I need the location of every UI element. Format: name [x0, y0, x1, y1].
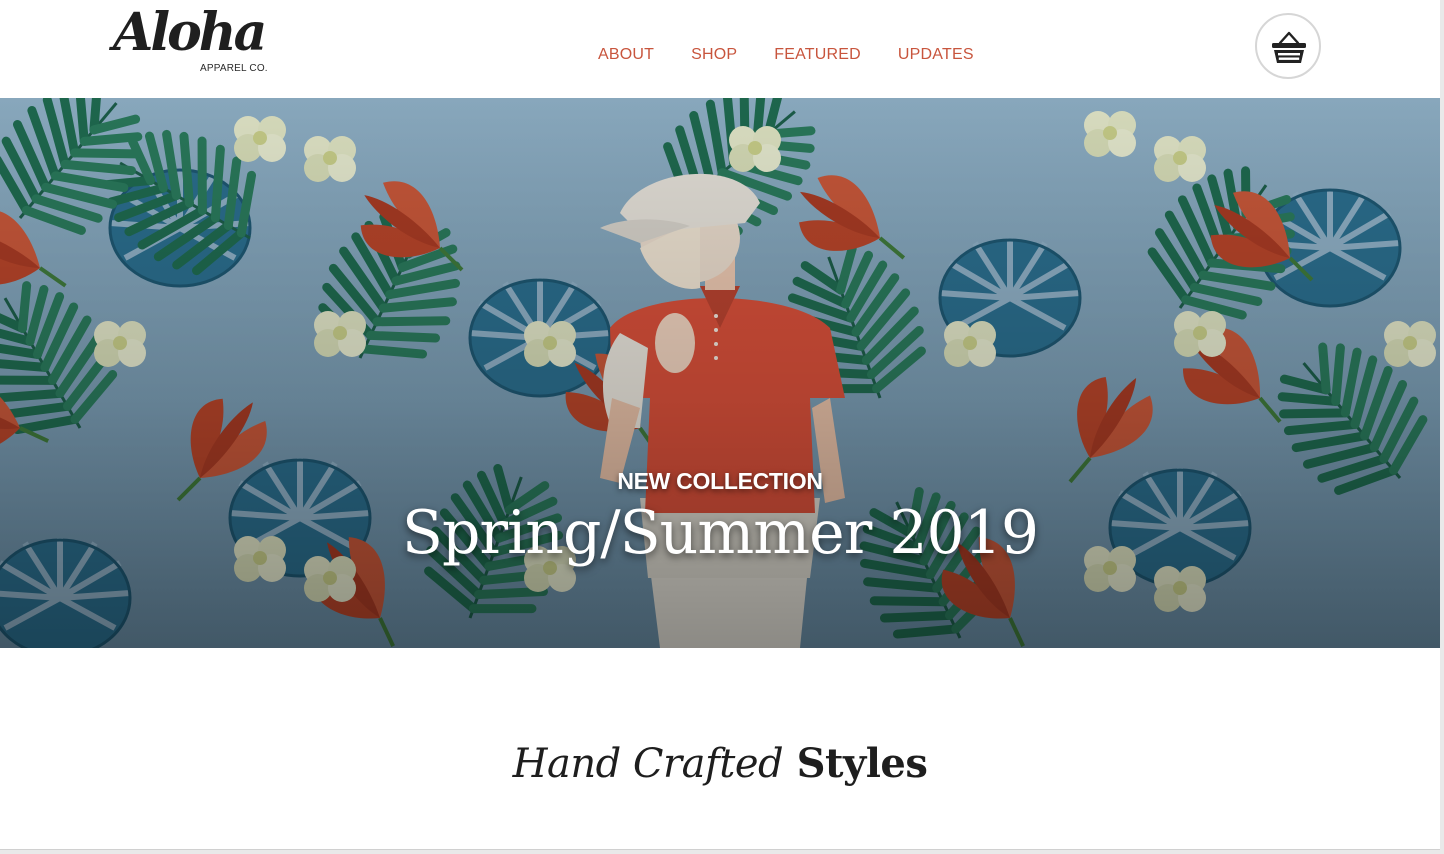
nav-item-updates[interactable]: UPDATES [898, 46, 974, 66]
site-header: Aloha APPAREL CO. ABOUT SHOP FEATURED UP… [0, 0, 1440, 98]
brand-logo[interactable]: Aloha APPAREL CO. [113, 2, 283, 80]
shopping-basket-icon [1272, 31, 1306, 63]
brand-subtitle: APPAREL CO. [200, 63, 268, 74]
section-title: Hand Crafted Styles [0, 740, 1440, 787]
section-title-italic: Hand Crafted [512, 741, 784, 787]
nav-item-about[interactable]: ABOUT [598, 46, 654, 66]
hero-eyebrow: NEW COLLECTION [617, 468, 823, 494]
nav-item-featured[interactable]: FEATURED [774, 46, 861, 66]
divider [0, 849, 1440, 850]
nav-item-shop[interactable]: SHOP [691, 46, 737, 66]
section-title-bold: Styles [796, 740, 928, 787]
main-nav: ABOUT SHOP FEATURED UPDATES [598, 46, 974, 66]
page: Aloha APPAREL CO. ABOUT SHOP FEATURED UP… [0, 0, 1440, 850]
hero-title: Spring/Summer 2019 [401, 498, 1039, 568]
brand-name: Aloha [113, 2, 267, 63]
hero-banner: NEW COLLECTION Spring/Summer 2019 [0, 98, 1440, 648]
cart-button[interactable] [1255, 13, 1321, 79]
